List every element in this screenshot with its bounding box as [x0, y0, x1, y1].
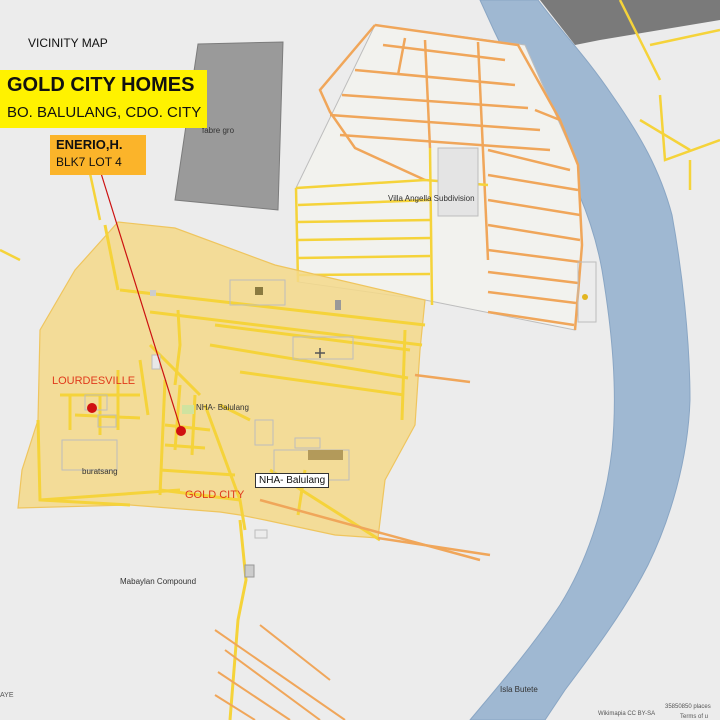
map-subtitle: BO. BALULANG, CDO. CITY — [7, 104, 202, 121]
gold-city-label: GOLD CITY — [185, 489, 245, 501]
poi-marker — [582, 294, 588, 300]
owner-lot: BLK7 LOT 4 — [56, 155, 122, 169]
building-small — [335, 300, 341, 310]
map-title: GOLD CITY HOMES — [7, 74, 195, 96]
lourdesville-marker[interactable] — [87, 403, 97, 413]
place-icon-tiny — [150, 290, 156, 296]
mabaylan-label: Mabaylan Compound — [120, 577, 196, 586]
building-strip — [308, 450, 343, 460]
places-count-text: 35850850 places — [665, 704, 711, 710]
poi-square — [255, 287, 263, 295]
vicinity-map-label: VICINITY MAP — [28, 36, 108, 50]
lourdesville-label: LOURDESVILLE — [52, 375, 135, 387]
buratsang-label: buratsang — [82, 467, 118, 476]
attribution-text[interactable]: Wikimapia CC BY-SA — [598, 711, 655, 717]
corner-left-text: AYE — [0, 692, 14, 699]
nha-balulang-label: NHA- Balulang — [196, 403, 249, 412]
park-patch — [182, 405, 194, 414]
isla-butete-label: Isla Butete — [500, 685, 538, 694]
lot-marker[interactable] — [176, 426, 186, 436]
nha-balulang-callout[interactable]: NHA- Balulang — [255, 473, 330, 488]
terms-link[interactable]: Terms of u — [680, 714, 708, 720]
villa-angela-label: Villa Angella Subdivision — [388, 194, 475, 203]
owner-name: ENERIO,H. — [56, 137, 123, 152]
place-icon-box — [244, 564, 255, 578]
